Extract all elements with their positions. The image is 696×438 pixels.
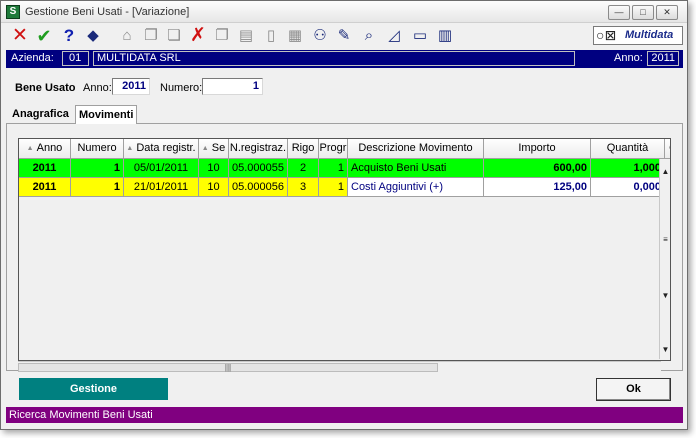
new-document-icon[interactable]: ▯	[261, 26, 281, 46]
vertical-scrollbar[interactable]: ▲ ≡ ▼ ▼	[659, 159, 670, 359]
table-cell[interactable]: 1	[71, 178, 124, 197]
horizontal-scroll-thumb[interactable]: |||	[18, 363, 438, 372]
book-icon[interactable]: ◆	[83, 26, 103, 46]
app-icon: S	[6, 5, 20, 19]
home-icon[interactable]: ⌂	[117, 26, 137, 46]
table-cell[interactable]: 2011	[19, 178, 71, 197]
column-header[interactable]: ▲ Data registr.	[124, 139, 199, 159]
column-header-label: Rigo	[291, 142, 315, 154]
column-header-label: Descrizione Movimento	[358, 142, 473, 154]
table-cell[interactable]: 05.000055	[229, 159, 288, 178]
binoculars-icon[interactable]: ⚇	[310, 26, 330, 46]
column-header-label: Se	[211, 142, 226, 154]
column-header-label: Quantità	[606, 142, 649, 154]
azienda-name-field: MULTIDATA SRL	[93, 51, 575, 66]
gestione-button[interactable]: Gestione	[19, 378, 168, 400]
horizontal-scrollbar[interactable]: |||	[18, 361, 661, 373]
database-icon[interactable]: ▥	[435, 26, 455, 46]
bene-numero-label: Numero:	[160, 82, 203, 94]
table-cell[interactable]: 10	[199, 159, 229, 178]
duplicate-icon[interactable]: ❐	[212, 26, 232, 46]
table-cell[interactable]: 1	[71, 159, 124, 178]
azienda-bar: Azienda: 01 MULTIDATA SRL Anno: 2011	[6, 50, 683, 68]
column-header-label: Importo	[518, 142, 556, 154]
column-header-label: N.registraz.	[229, 142, 287, 154]
ok-button[interactable]: Ok	[596, 378, 671, 401]
sort-arrow-icon: ▲	[201, 145, 209, 152]
table-cell[interactable]: 0,000	[591, 178, 665, 197]
azienda-code-field: 01	[62, 51, 89, 66]
status-bar: Ricerca Movimenti Beni Usati	[6, 407, 683, 423]
azienda-anno-label: Anno:	[614, 52, 643, 64]
scroll-page-down-icon[interactable]: ▼	[660, 291, 670, 301]
table-cell[interactable]: Costi Aggiuntivi (+)	[348, 178, 484, 197]
title-bar[interactable]: S Gestione Beni Usati - [Variazione] — □…	[1, 1, 687, 23]
help-icon[interactable]: ?	[59, 26, 79, 46]
paste-icon[interactable]: ❏	[164, 26, 184, 46]
column-header[interactable]: Rigo	[288, 139, 319, 159]
azienda-label: Azienda:	[11, 52, 54, 64]
table-cell[interactable]: 125,00	[484, 178, 591, 197]
scroll-page-up-icon[interactable]: ≡	[660, 235, 670, 245]
confirm-icon[interactable]: ✔	[34, 26, 54, 46]
column-header[interactable]: ▲ Anno	[19, 139, 71, 159]
table-cell[interactable]: 3	[288, 178, 319, 197]
multidata-logo: ○⊠ Multidata	[593, 26, 683, 45]
column-header[interactable]: ▲ Se	[199, 139, 229, 159]
main-window: S Gestione Beni Usati - [Variazione] — □…	[0, 0, 688, 430]
bene-numero-field[interactable]: 1	[202, 78, 263, 95]
column-header-label: Data registr.	[136, 142, 196, 154]
bene-anno-field[interactable]: 2011	[112, 78, 150, 95]
grid-icon[interactable]: ▦	[285, 26, 305, 46]
column-header[interactable]: Quantità	[591, 139, 665, 159]
close-button[interactable]: ✕	[656, 5, 678, 20]
table-cell[interactable]: 1	[319, 178, 348, 197]
minimize-button[interactable]: —	[608, 5, 630, 20]
cancel-icon[interactable]: ✕	[10, 26, 30, 46]
table-cell[interactable]: 1,000	[591, 159, 665, 178]
tab-anagrafica[interactable]: Anagrafica	[9, 105, 72, 123]
copy-icon[interactable]: ❐	[141, 26, 161, 46]
column-header[interactable]: Ope	[665, 139, 670, 159]
scroll-down-icon[interactable]: ▼	[660, 345, 670, 355]
bene-usato-title: Bene Usato	[15, 82, 76, 94]
table-cell[interactable]: 2011	[19, 159, 71, 178]
table-cell[interactable]: 21/01/2011	[124, 178, 199, 197]
table-cell[interactable]: 600,00	[484, 159, 591, 178]
column-header-label: Progr	[319, 142, 347, 154]
azienda-anno-field: 2011	[647, 51, 679, 66]
edit-icon[interactable]: ✎	[334, 26, 354, 46]
table-cell[interactable]: 1	[319, 159, 348, 178]
sort-arrow-icon: ▲	[26, 145, 34, 152]
brand-name: Multidata	[625, 29, 674, 41]
maximize-button[interactable]: □	[632, 5, 654, 20]
bene-anno-label: Anno:	[83, 82, 112, 94]
table-cell[interactable]: Acquisto Beni Usati	[348, 159, 484, 178]
column-header[interactable]: Importo	[484, 139, 591, 159]
tab-movimenti[interactable]: Movimenti	[75, 105, 138, 124]
column-header[interactable]: N.registraz.	[229, 139, 288, 159]
table-cell[interactable]: 05.000056	[229, 178, 288, 197]
table-cell[interactable]: 05/01/2011	[124, 159, 199, 178]
movimenti-grid[interactable]: ▲ Anno Numero ▲ Data registr. ▲ Se N.registraz.…	[18, 138, 671, 361]
toolbar: ○⊠ Multidata ✕ ✔? ◆ ⌂ ❐ ❏ ✗ ❐ ▤ ▯ ▦ ⚇ ✎ ⌕ ◿ ▭ ▥	[1, 23, 687, 49]
table-cell[interactable]: 2	[288, 159, 319, 178]
column-header[interactable]: Numero	[71, 139, 124, 159]
column-header[interactable]: Descrizione Movimento	[348, 139, 484, 159]
brand-marks-icon: ○⊠	[596, 27, 617, 43]
search-document-icon[interactable]: ⌕	[359, 26, 379, 46]
form-icon[interactable]: ▭	[410, 26, 430, 46]
column-header-label: Ope	[669, 142, 670, 154]
column-header-label: Anno	[36, 142, 63, 154]
column-header-label: Numero	[77, 142, 117, 154]
delete-record-icon[interactable]: ✗	[188, 26, 208, 46]
scroll-up-icon[interactable]: ▲	[660, 167, 670, 177]
column-header[interactable]: Progr	[319, 139, 348, 159]
window-title: Gestione Beni Usati - [Variazione]	[25, 6, 190, 18]
clipboard-icon[interactable]: ▤	[236, 26, 256, 46]
table-cell[interactable]: 10	[199, 178, 229, 197]
ruler-icon[interactable]: ◿	[384, 26, 404, 46]
sort-arrow-icon: ▲	[126, 145, 134, 152]
